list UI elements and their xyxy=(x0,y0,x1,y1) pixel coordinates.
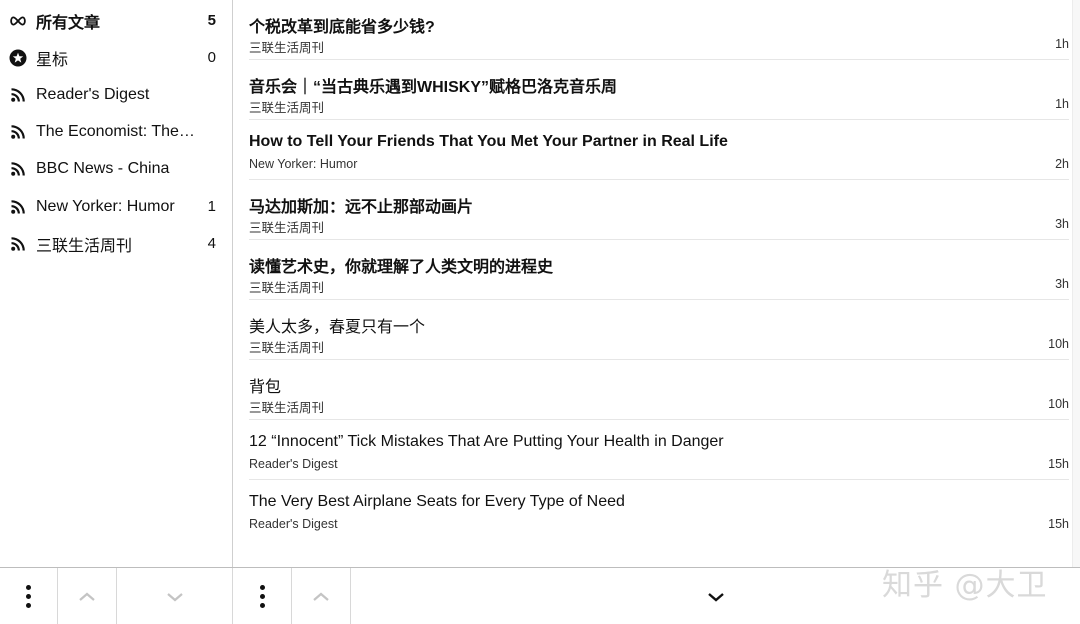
list-item[interactable]: 背包 三联生活周刊 10h xyxy=(249,360,1069,420)
rss-icon xyxy=(9,160,27,178)
article-time: 10h xyxy=(1048,337,1069,351)
list-item[interactable]: 个税改革到底能省多少钱? 三联生活周刊 1h xyxy=(249,0,1069,60)
article-list-scrollbar[interactable] xyxy=(1072,0,1080,567)
list-item[interactable]: 马达加斯加：远不止那部动画片 三联生活周刊 3h xyxy=(249,180,1069,240)
article-time: 2h xyxy=(1055,157,1069,171)
sidebar-item-all-articles[interactable]: 所有文章 5 xyxy=(0,2,232,39)
chevron-up-icon xyxy=(313,592,329,601)
article-source: 三联生活周刊 xyxy=(249,101,325,115)
sidebar-item-count: 0 xyxy=(207,49,216,66)
rss-icon xyxy=(9,123,27,141)
article-title: 背包 xyxy=(249,379,282,396)
article-time: 15h xyxy=(1048,457,1069,471)
article-source: Reader's Digest xyxy=(249,517,338,531)
article-previous-button[interactable] xyxy=(292,568,351,624)
article-time: 3h xyxy=(1055,277,1069,291)
watermark: 知乎 @大卫 xyxy=(882,568,1048,603)
rss-icon xyxy=(9,86,27,104)
list-item[interactable]: 读懂艺术史，你就理解了人类文明的进程史 三联生活周刊 3h xyxy=(249,240,1069,300)
list-item[interactable]: The Very Best Airplane Seats for Every T… xyxy=(249,480,1069,540)
feed-previous-button[interactable] xyxy=(58,568,117,624)
sidebar-item-label: 三联生活周刊 xyxy=(36,237,133,255)
rss-icon xyxy=(9,235,27,253)
article-title: 读懂艺术史，你就理解了人类文明的进程史 xyxy=(249,259,554,276)
article-time: 3h xyxy=(1055,217,1069,231)
sidebar-item-readers-digest[interactable]: Reader's Digest xyxy=(0,76,232,113)
star-icon xyxy=(9,49,27,67)
list-item[interactable]: How to Tell Your Friends That You Met Yo… xyxy=(249,120,1069,180)
sidebar-item-label: New Yorker: Humor xyxy=(36,197,175,215)
sidebar-item-label: Reader's Digest xyxy=(36,85,150,103)
sidebar-item-new-yorker-humor[interactable]: New Yorker: Humor 1 xyxy=(0,188,232,225)
article-list: 个税改革到底能省多少钱? 三联生活周刊 1h 音乐会｜“当古典乐遇到WHISKY… xyxy=(233,0,1080,567)
sidebar-item-count: 1 xyxy=(207,198,216,215)
article-title: 音乐会｜“当古典乐遇到WHISKY”赋格巴洛克音乐周 xyxy=(249,79,618,96)
sidebar-menu-button[interactable] xyxy=(0,568,58,624)
more-vertical-icon xyxy=(26,585,31,608)
list-item[interactable]: 音乐会｜“当古典乐遇到WHISKY”赋格巴洛克音乐周 三联生活周刊 1h xyxy=(249,60,1069,120)
sidebar-item-label: 所有文章 xyxy=(36,14,101,32)
article-source: 三联生活周刊 xyxy=(249,41,325,55)
article-source: Reader's Digest xyxy=(249,457,338,471)
article-time: 1h xyxy=(1055,37,1069,51)
article-title: 马达加斯加：远不止那部动画片 xyxy=(249,199,474,216)
article-time: 10h xyxy=(1048,397,1069,411)
article-title: 12 “Innocent” Tick Mistakes That Are Put… xyxy=(249,433,724,450)
sidebar-item-label: 星标 xyxy=(36,51,69,69)
article-title: How to Tell Your Friends That You Met Yo… xyxy=(249,133,728,150)
sidebar-item-starred[interactable]: 星标 0 xyxy=(0,39,232,76)
article-source: 三联生活周刊 xyxy=(249,341,325,355)
article-time: 1h xyxy=(1055,97,1069,111)
list-item[interactable]: 美人太多，春夏只有一个 三联生活周刊 10h xyxy=(249,300,1069,360)
article-title: 美人太多，春夏只有一个 xyxy=(249,319,426,336)
sidebar-item-sanlian[interactable]: 三联生活周刊 4 xyxy=(0,225,232,262)
article-source: 三联生活周刊 xyxy=(249,221,325,235)
sidebar-item-count: 4 xyxy=(207,235,216,252)
article-menu-button[interactable] xyxy=(233,568,292,624)
article-source: 三联生活周刊 xyxy=(249,281,325,295)
infinity-icon xyxy=(9,12,27,30)
article-source: New Yorker: Humor xyxy=(249,157,358,171)
article-time: 15h xyxy=(1048,517,1069,531)
more-vertical-icon xyxy=(259,585,265,608)
article-title: 个税改革到底能省多少钱? xyxy=(249,19,435,36)
feed-next-button[interactable] xyxy=(117,568,233,624)
sidebar-item-bbc-news-china[interactable]: BBC News - China xyxy=(0,150,232,187)
sidebar-item-count: 5 xyxy=(207,12,216,29)
chevron-up-icon xyxy=(79,592,95,601)
chevron-down-icon xyxy=(707,592,724,602)
article-title: The Very Best Airplane Seats for Every T… xyxy=(249,493,625,510)
sidebar-item-label: BBC News - China xyxy=(36,159,170,177)
chevron-down-icon xyxy=(166,592,183,601)
list-item[interactable]: 12 “Innocent” Tick Mistakes That Are Put… xyxy=(249,420,1069,480)
sidebar-item-label: The Economist: The ... xyxy=(36,122,196,140)
article-source: 三联生活周刊 xyxy=(249,401,325,415)
sidebar-item-economist[interactable]: The Economist: The ... xyxy=(0,113,232,150)
feed-sidebar: 所有文章 5 星标 0 Reader's Digest The Economis… xyxy=(0,0,233,567)
rss-icon xyxy=(9,198,27,216)
